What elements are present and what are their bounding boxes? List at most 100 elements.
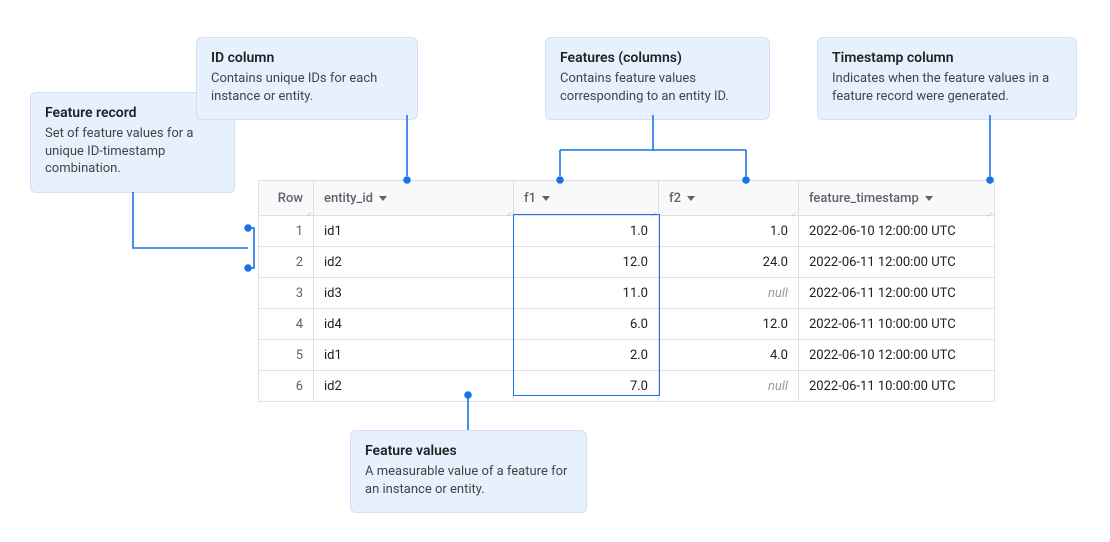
table-row: 6 id2 7.0 null 2022-06-11 10:00:00 UTC (259, 371, 994, 401)
cell-entity-id-value: id2 (324, 255, 342, 270)
col-header-label: f2 (669, 191, 681, 206)
table-row: 3 id3 11.0 null 2022-06-11 12:00:00 UTC (259, 278, 994, 309)
cell-ts: 2022-06-10 12:00:00 UTC (799, 340, 994, 370)
cell-f2: null (659, 371, 799, 401)
cell-f1: 12.0 (514, 247, 659, 277)
cell-f2-value: 12.0 (763, 317, 788, 332)
cell-n-value: 5 (296, 348, 303, 363)
cell-ts: 2022-06-11 10:00:00 UTC (799, 371, 994, 401)
cell-f1-value: 1.0 (630, 224, 648, 239)
feature-table: Row entity_id f1 f2 feature_timestamp (258, 180, 995, 402)
cell-f1-value: 6.0 (630, 317, 648, 332)
col-header-row[interactable]: Row (259, 181, 314, 215)
resize-grip-icon[interactable] (303, 205, 311, 213)
cell-entity-id-value: id3 (324, 286, 342, 301)
table-row: 4 id4 6.0 12.0 2022-06-11 10:00:00 UTC (259, 309, 994, 340)
resize-grip-icon[interactable] (788, 205, 796, 213)
callout-title: Timestamp column (832, 50, 1062, 66)
cell-ts: 2022-06-10 12:00:00 UTC (799, 216, 994, 246)
cell-ts: 2022-06-11 12:00:00 UTC (799, 278, 994, 308)
cell-n: 5 (259, 340, 314, 370)
cell-entity-id: id3 (314, 278, 514, 308)
cell-entity-id-value: id1 (324, 224, 342, 239)
cell-entity-id: id2 (314, 247, 514, 277)
cell-f2: null (659, 278, 799, 308)
sort-caret-icon[interactable] (925, 196, 933, 201)
cell-f1-value: 7.0 (630, 379, 648, 394)
cell-n-value: 3 (296, 286, 303, 301)
cell-entity-id: id4 (314, 309, 514, 339)
cell-entity-id-value: id4 (324, 317, 342, 332)
callout-features-columns: Features (columns) Contains feature valu… (545, 37, 770, 120)
table-row: 2 id2 12.0 24.0 2022-06-11 12:00:00 UTC (259, 247, 994, 278)
cell-ts-value: 2022-06-11 12:00:00 UTC (809, 255, 956, 270)
cell-f2-value: null (768, 379, 788, 394)
cell-f2: 4.0 (659, 340, 799, 370)
cell-entity-id-value: id2 (324, 379, 342, 394)
table-row: 5 id1 2.0 4.0 2022-06-10 12:00:00 UTC (259, 340, 994, 371)
cell-f2: 24.0 (659, 247, 799, 277)
callout-title: Feature values (365, 443, 572, 459)
callout-body: Set of feature values for a unique ID-ti… (45, 125, 220, 178)
cell-f1-value: 12.0 (623, 255, 648, 270)
cell-ts-value: 2022-06-11 10:00:00 UTC (809, 379, 956, 394)
cell-entity-id: id1 (314, 340, 514, 370)
col-header-timestamp[interactable]: feature_timestamp (799, 181, 994, 215)
cell-n-value: 2 (296, 255, 303, 270)
col-header-entity-id[interactable]: entity_id (314, 181, 514, 215)
cell-ts-value: 2022-06-11 10:00:00 UTC (809, 317, 956, 332)
cell-ts: 2022-06-11 12:00:00 UTC (799, 247, 994, 277)
cell-f2-value: 4.0 (770, 348, 788, 363)
cell-n: 3 (259, 278, 314, 308)
cell-n-value: 1 (296, 224, 303, 239)
callout-title: Features (columns) (560, 50, 755, 66)
cell-n: 1 (259, 216, 314, 246)
sort-caret-icon[interactable] (687, 196, 695, 201)
col-header-f2[interactable]: f2 (659, 181, 799, 215)
cell-ts-value: 2022-06-10 12:00:00 UTC (809, 348, 956, 363)
cell-f2: 1.0 (659, 216, 799, 246)
callout-title: Feature record (45, 105, 220, 121)
table-row: 1 id1 1.0 1.0 2022-06-10 12:00:00 UTC (259, 216, 994, 247)
callout-body: Contains unique IDs for each instance or… (211, 70, 403, 105)
resize-grip-icon[interactable] (503, 205, 511, 213)
cell-f1: 1.0 (514, 216, 659, 246)
col-header-label: entity_id (324, 191, 373, 206)
cell-ts-value: 2022-06-11 12:00:00 UTC (809, 286, 956, 301)
cell-entity-id: id2 (314, 371, 514, 401)
callout-id-column: ID column Contains unique IDs for each i… (196, 37, 418, 120)
col-header-f1[interactable]: f1 (514, 181, 659, 215)
cell-ts-value: 2022-06-10 12:00:00 UTC (809, 224, 956, 239)
cell-f2-value: null (768, 286, 788, 301)
cell-f1-value: 11.0 (623, 286, 648, 301)
cell-n-value: 6 (296, 379, 303, 394)
cell-f1: 2.0 (514, 340, 659, 370)
callout-body: Indicates when the feature values in a f… (832, 70, 1062, 105)
callout-feature-values: Feature values A measurable value of a f… (350, 430, 587, 513)
sort-caret-icon[interactable] (542, 196, 550, 201)
cell-f1: 6.0 (514, 309, 659, 339)
callout-body: Contains feature values corresponding to… (560, 70, 755, 105)
cell-f1-value: 2.0 (630, 348, 648, 363)
col-header-label: f1 (524, 191, 536, 206)
cell-n: 6 (259, 371, 314, 401)
cell-f2-value: 24.0 (763, 255, 788, 270)
cell-f1: 11.0 (514, 278, 659, 308)
resize-grip-icon[interactable] (984, 205, 992, 213)
cell-f2-value: 1.0 (770, 224, 788, 239)
cell-n: 4 (259, 309, 314, 339)
callout-timestamp-column: Timestamp column Indicates when the feat… (817, 37, 1077, 120)
resize-grip-icon[interactable] (648, 205, 656, 213)
col-header-label: feature_timestamp (809, 191, 919, 206)
cell-entity-id: id1 (314, 216, 514, 246)
table-header-row: Row entity_id f1 f2 feature_timestamp (259, 181, 994, 216)
callout-body: A measurable value of a feature for an i… (365, 463, 572, 498)
callout-title: ID column (211, 50, 403, 66)
cell-ts: 2022-06-11 10:00:00 UTC (799, 309, 994, 339)
sort-caret-icon[interactable] (379, 196, 387, 201)
col-header-label: Row (278, 191, 303, 206)
cell-f1: 7.0 (514, 371, 659, 401)
cell-entity-id-value: id1 (324, 348, 342, 363)
cell-n: 2 (259, 247, 314, 277)
cell-f2: 12.0 (659, 309, 799, 339)
